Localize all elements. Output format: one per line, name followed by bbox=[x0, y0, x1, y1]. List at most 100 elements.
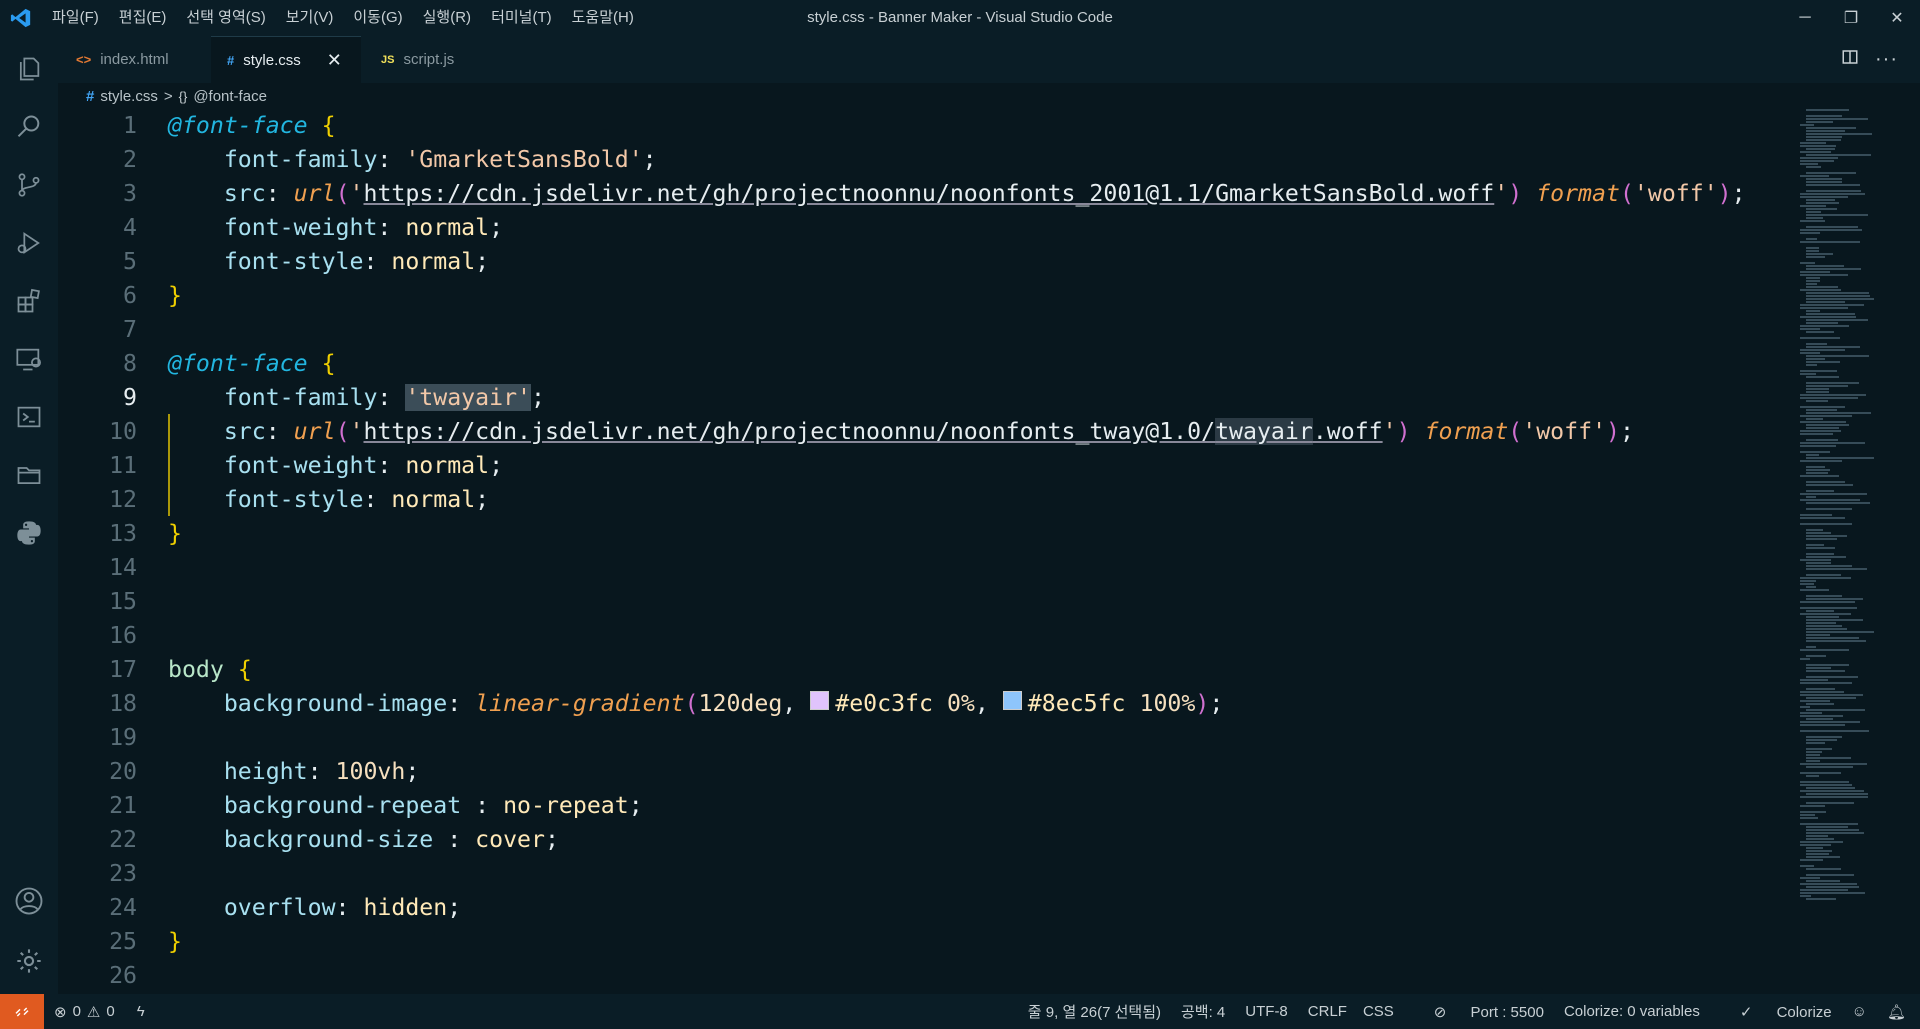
tab-script-js[interactable]: JS script.js bbox=[361, 36, 511, 83]
activity-bar bbox=[0, 36, 58, 994]
extensions-icon[interactable] bbox=[0, 276, 58, 326]
menu-view[interactable]: 보기(V) bbox=[276, 0, 344, 36]
minimap-line bbox=[1800, 724, 1845, 726]
minimap-line bbox=[1806, 295, 1870, 297]
split-editor-icon[interactable] bbox=[1841, 48, 1859, 71]
line-number: 26 bbox=[109, 962, 137, 989]
python-icon[interactable] bbox=[0, 508, 58, 558]
minimap-line bbox=[1806, 469, 1830, 471]
line-number: 3 bbox=[123, 180, 137, 207]
minimap-line bbox=[1806, 850, 1832, 852]
language-mode[interactable]: CSS bbox=[1363, 1003, 1394, 1020]
vscode-logo-icon[interactable] bbox=[0, 0, 42, 36]
breadcrumb-symbol[interactable]: @font-face bbox=[193, 88, 267, 105]
minimap-line bbox=[1800, 262, 1815, 264]
menu-help[interactable]: 도움말(H) bbox=[562, 0, 644, 36]
minimize-button[interactable]: ─ bbox=[1782, 0, 1828, 36]
minimap-line bbox=[1806, 265, 1844, 267]
menu-file[interactable]: 파일(F) bbox=[42, 0, 109, 36]
search-icon[interactable] bbox=[0, 102, 58, 152]
menu-go[interactable]: 이동(G) bbox=[343, 0, 412, 36]
minimap-line bbox=[1806, 439, 1838, 441]
menu-selection[interactable]: 선택 영역(S) bbox=[176, 0, 275, 36]
minimap-line bbox=[1806, 238, 1817, 240]
colorize-variables[interactable]: Colorize: 0 variables bbox=[1564, 1003, 1700, 1020]
explorer-icon[interactable] bbox=[0, 44, 58, 94]
tab-style-css[interactable]: # style.css ✕ bbox=[211, 36, 361, 83]
line-number: 8 bbox=[123, 350, 137, 377]
minimap-line bbox=[1806, 226, 1858, 228]
minimap-line bbox=[1806, 646, 1816, 648]
run-debug-icon[interactable] bbox=[0, 218, 58, 268]
colorize-toggle[interactable]: ✓ Colorize bbox=[1720, 1003, 1832, 1021]
minimap[interactable] bbox=[1800, 109, 1910, 909]
minimap-line bbox=[1800, 763, 1867, 765]
indentation[interactable]: 공백: 4 bbox=[1181, 1001, 1225, 1022]
accounts-icon[interactable] bbox=[0, 876, 58, 926]
settings-gear-icon[interactable] bbox=[0, 936, 58, 986]
minimap-line bbox=[1800, 877, 1820, 879]
folder-icon[interactable] bbox=[0, 450, 58, 500]
minimap-line bbox=[1806, 748, 1832, 750]
minimap-line bbox=[1806, 655, 1826, 657]
minimap-line bbox=[1800, 679, 1828, 681]
encoding[interactable]: UTF-8 bbox=[1245, 1003, 1288, 1020]
menu-terminal[interactable]: 터미널(T) bbox=[481, 0, 562, 36]
color-swatch[interactable] bbox=[810, 691, 830, 710]
code-editor[interactable]: 1 @font-face { 2 font-family: 'GmarketSan… bbox=[58, 109, 1920, 994]
minimap-line bbox=[1806, 856, 1840, 858]
minimap-line bbox=[1806, 742, 1825, 744]
live-server-port[interactable]: ⊘ Port : 5500 bbox=[1414, 1003, 1544, 1021]
minimap-line bbox=[1800, 559, 1831, 561]
minimap-line bbox=[1806, 331, 1834, 333]
minimap-line bbox=[1806, 874, 1854, 876]
feedback-icon[interactable]: ☺ bbox=[1852, 1003, 1867, 1020]
minimap-line bbox=[1800, 781, 1849, 783]
minimap-line bbox=[1806, 529, 1823, 531]
minimap-line bbox=[1800, 889, 1848, 891]
notifications-bell-icon[interactable]: 🔔︎ bbox=[1887, 1003, 1906, 1021]
code-line: font-style: normal; bbox=[223, 486, 490, 513]
menu-run[interactable]: 실행(R) bbox=[413, 0, 481, 36]
minimap-line bbox=[1806, 166, 1821, 168]
minimap-line bbox=[1806, 382, 1859, 384]
tab-index-html[interactable]: <> index.html bbox=[58, 36, 211, 83]
minimap-line bbox=[1806, 154, 1871, 156]
remote-indicator-icon[interactable] bbox=[0, 994, 44, 1029]
minimap-line bbox=[1806, 391, 1829, 393]
breadcrumb-file[interactable]: style.css bbox=[100, 88, 158, 105]
menu-bar: 파일(F) 편집(E) 선택 영역(S) 보기(V) 이동(G) 실행(R) 터… bbox=[42, 0, 644, 36]
minimap-line bbox=[1806, 898, 1836, 900]
line-number: 11 bbox=[109, 452, 137, 479]
end-of-line[interactable]: CRLF bbox=[1308, 1003, 1347, 1020]
minimap-line bbox=[1800, 349, 1845, 351]
tab-label: style.css bbox=[243, 51, 301, 69]
problems-indicator[interactable]: ⊗ 0 ⚠ 0 ϟ bbox=[44, 1003, 145, 1021]
terminal-icon[interactable] bbox=[0, 392, 58, 442]
cursor-position[interactable]: 줄 9, 열 26(7 선택됨) bbox=[1028, 1001, 1161, 1022]
menu-edit[interactable]: 편집(E) bbox=[109, 0, 177, 36]
minimap-line bbox=[1800, 811, 1826, 813]
minimap-line bbox=[1806, 268, 1861, 270]
breadcrumb-separator: > bbox=[163, 87, 173, 105]
line-number: 7 bbox=[123, 316, 137, 343]
minimap-line bbox=[1800, 721, 1860, 723]
minimap-line bbox=[1800, 352, 1820, 354]
color-swatch[interactable] bbox=[1002, 691, 1022, 710]
minimap-line bbox=[1800, 307, 1848, 309]
minimap-line bbox=[1806, 775, 1819, 777]
close-window-button[interactable]: ✕ bbox=[1874, 0, 1920, 36]
warning-count: 0 bbox=[106, 1003, 115, 1020]
lightning-icon[interactable]: ϟ bbox=[137, 1003, 145, 1020]
minimap-line bbox=[1806, 496, 1816, 498]
minimap-line bbox=[1800, 475, 1839, 477]
minimap-line bbox=[1800, 430, 1841, 432]
remote-explorer-icon[interactable] bbox=[0, 334, 58, 384]
minimap-line bbox=[1806, 622, 1836, 624]
close-tab-icon[interactable]: ✕ bbox=[327, 50, 342, 71]
line-number: 21 bbox=[109, 792, 137, 819]
minimap-line bbox=[1800, 883, 1857, 885]
restore-button[interactable]: ❐ bbox=[1828, 0, 1874, 36]
more-actions-icon[interactable]: ··· bbox=[1875, 48, 1898, 71]
source-control-icon[interactable] bbox=[0, 160, 58, 210]
